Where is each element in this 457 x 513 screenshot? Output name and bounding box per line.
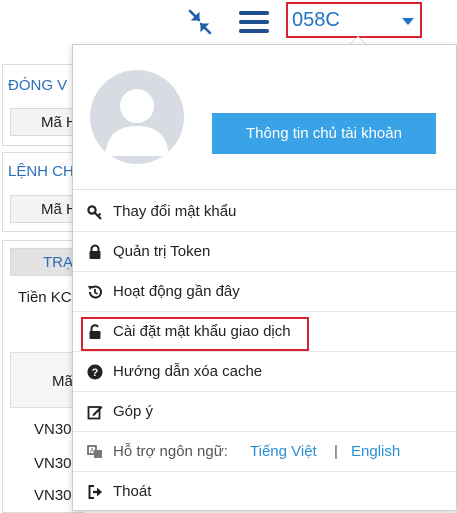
highlight-box: [81, 317, 309, 351]
section-title: LỆNH CH: [8, 163, 74, 180]
language-option-english[interactable]: English: [351, 443, 400, 460]
table-row: VN30: [34, 487, 72, 504]
language-option-vietnamese[interactable]: Tiếng Việt: [250, 443, 317, 460]
avatar: [90, 70, 184, 164]
menu-item-label: Góp ý: [113, 403, 154, 420]
menu-item-change-password[interactable]: Thay đổi mật khẩu: [73, 193, 456, 232]
logout-icon: [88, 485, 102, 499]
menu-item-label: Hoạt động gần đây: [113, 283, 240, 300]
user-silhouette-icon: [105, 89, 169, 156]
svg-text:A: A: [90, 449, 94, 455]
question-icon: ?: [87, 364, 103, 380]
row-label: Tiền KC: [18, 289, 72, 306]
menu-item-label: Quản trị Token: [113, 243, 211, 260]
key-icon: [87, 205, 102, 220]
account-dropdown-panel: Thông tin chủ tài khoản Thay đổi mật khẩ…: [72, 44, 457, 511]
menu-item-label: Hướng dẫn xóa cache: [113, 363, 263, 380]
collapse-arrows-icon[interactable]: [185, 8, 215, 36]
section-cell: Mã H: [10, 108, 80, 136]
translate-icon: A: [87, 445, 102, 458]
menu-item-token-management[interactable]: Quản trị Token: [73, 233, 456, 272]
menu-item-label: Thoát: [113, 483, 152, 500]
top-bar: 058C: [0, 0, 457, 44]
account-info-button[interactable]: Thông tin chủ tài khoản: [212, 113, 436, 154]
table-header-label: Mã: [52, 373, 73, 390]
menu-item-feedback[interactable]: Góp ý: [73, 393, 456, 432]
section-title: ĐÓNG V: [8, 77, 68, 94]
hamburger-menu-icon[interactable]: [238, 9, 270, 35]
chevron-down-icon: [402, 18, 414, 25]
menu-item-recent-activity[interactable]: Hoạt động gần đây: [73, 273, 456, 312]
status-tab[interactable]: TRẠ: [10, 248, 80, 276]
menu-item-clear-cache-guide[interactable]: ? Hướng dẫn xóa cache: [73, 353, 456, 392]
lock-icon: [89, 244, 101, 259]
svg-text:?: ?: [92, 367, 99, 379]
menu-item-logout[interactable]: Thoát: [73, 473, 456, 512]
language-support-row: A Hỗ trợ ngôn ngữ: Tiếng Việt | English: [73, 433, 456, 472]
account-selector[interactable]: 058C: [286, 2, 422, 38]
edit-icon: [87, 406, 103, 420]
account-id: 058C: [292, 9, 340, 31]
language-label: Hỗ trợ ngôn ngữ:: [113, 443, 228, 460]
history-icon: [88, 285, 102, 299]
table-row: VN30: [34, 421, 72, 438]
menu-item-label: Thay đổi mật khẩu: [113, 203, 237, 220]
language-separator: |: [334, 443, 338, 460]
profile-header: Thông tin chủ tài khoản: [73, 45, 456, 190]
table-row: VN30: [34, 455, 72, 472]
section-cell: Mã H: [10, 195, 80, 223]
